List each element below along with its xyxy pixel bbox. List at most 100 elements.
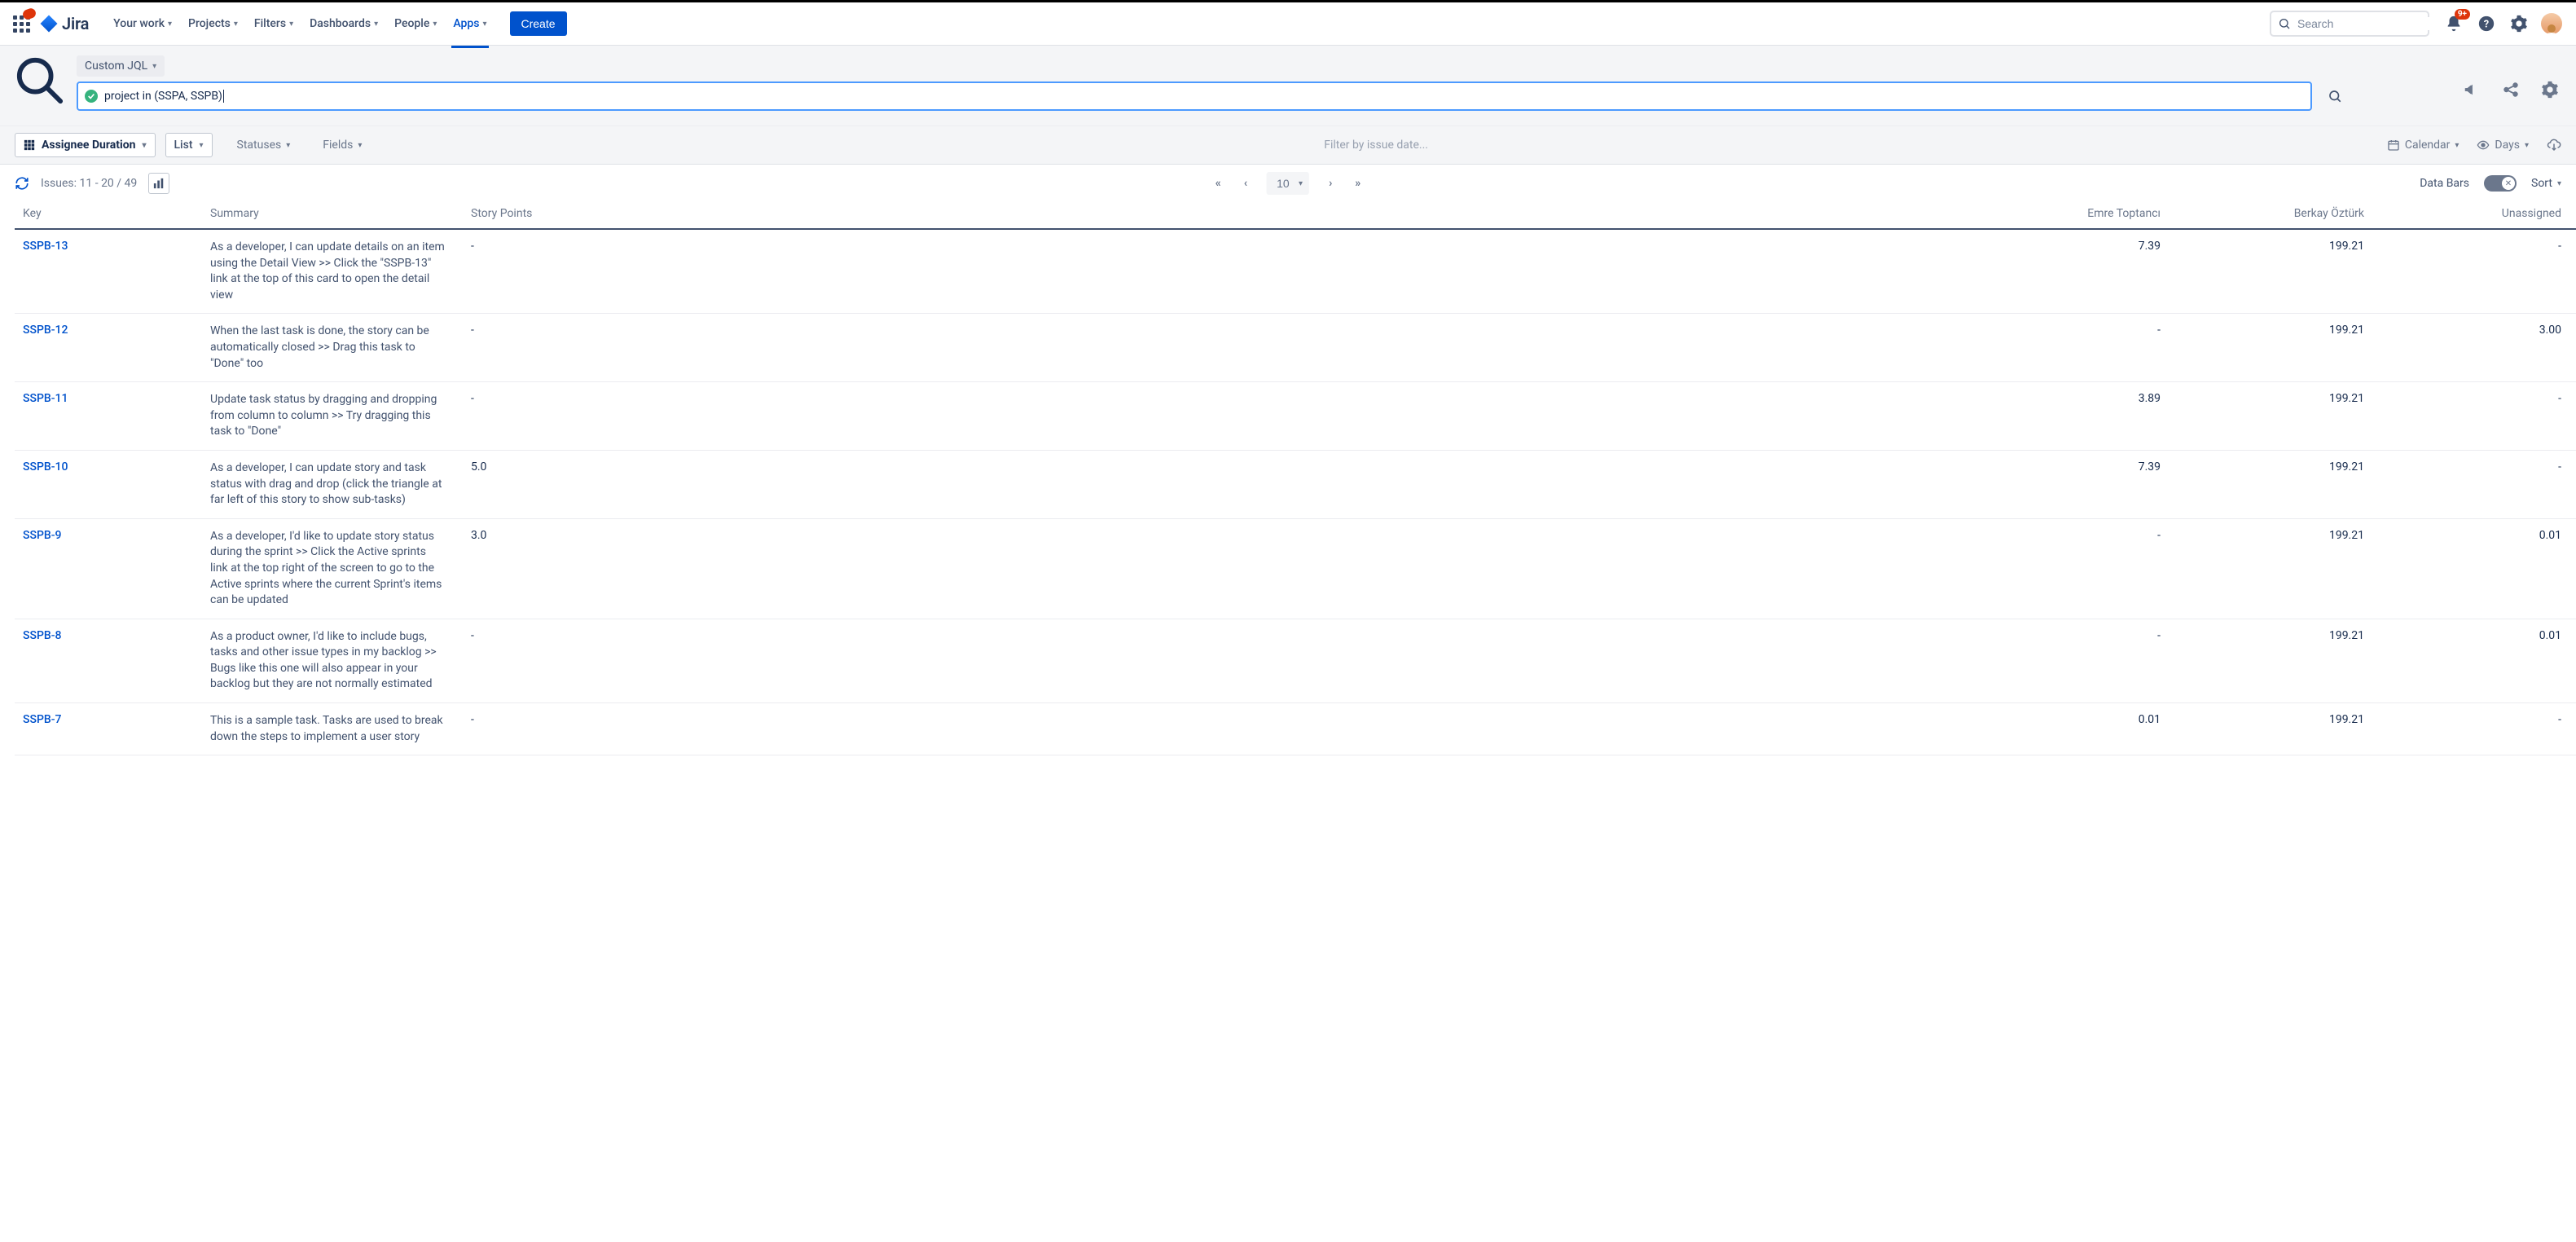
cell-summary: As a product owner, I'd like to include … <box>202 619 463 702</box>
notifications-button[interactable]: 9+ <box>2441 11 2467 37</box>
calendar-dropdown[interactable]: Calendar ▾ <box>2387 139 2460 152</box>
run-search-button[interactable] <box>2323 85 2346 108</box>
chevron-down-icon: ▾ <box>142 141 146 150</box>
table-row[interactable]: SSPB-9 As a developer, I'd like to update… <box>15 518 2576 619</box>
app-switcher-badge <box>21 7 37 21</box>
validation-ok-icon <box>85 90 98 103</box>
list-dropdown[interactable]: List ▾ <box>165 133 213 157</box>
nav-people[interactable]: People▾ <box>388 12 443 35</box>
global-search-input[interactable] <box>2297 17 2445 30</box>
help-button[interactable]: ? <box>2473 11 2499 37</box>
cell-person2: 199.21 <box>2169 382 2372 451</box>
pager-prev[interactable]: ‹ <box>1241 174 1251 193</box>
col-header-summary[interactable]: Summary <box>202 199 463 229</box>
query-mode-label: Custom JQL <box>85 59 147 73</box>
col-header-story-points[interactable]: Story Points <box>463 199 560 229</box>
cell-person2: 199.21 <box>2169 703 2372 755</box>
settings-icon[interactable] <box>2539 78 2561 101</box>
jql-input-container[interactable]: project in (SSPA, SSPB) <box>77 81 2312 111</box>
sort-dropdown[interactable]: Sort ▾ <box>2531 177 2561 190</box>
cell-person2: 199.21 <box>2169 619 2372 702</box>
table-row[interactable]: SSPB-13As a developer, I can update deta… <box>15 229 2576 314</box>
issue-link[interactable]: SSPB-8 <box>23 629 61 642</box>
announce-icon[interactable] <box>2460 78 2483 101</box>
cell-summary: As a developer, I'd like to update story… <box>202 518 463 619</box>
cell-key: SSPB-7 <box>15 703 202 755</box>
chevron-down-icon: ▾ <box>482 20 486 29</box>
page-size-select[interactable]: 10 ▾ <box>1267 172 1309 195</box>
refresh-button[interactable] <box>15 176 29 191</box>
cell-story-points: - <box>463 619 560 702</box>
chevron-down-icon: ▾ <box>2557 179 2561 188</box>
cell-unassigned: 3.00 <box>2372 314 2576 382</box>
share-icon[interactable] <box>2499 78 2522 101</box>
chevron-down-icon: ▾ <box>358 141 362 150</box>
cell-person1: - <box>560 314 2169 382</box>
fields-dropdown[interactable]: Fields ▾ <box>319 135 365 155</box>
settings-button[interactable] <box>2506 11 2532 37</box>
cell-unassigned: - <box>2372 382 2576 451</box>
chevron-down-icon: ▾ <box>2525 141 2529 150</box>
avatar-icon <box>2541 13 2562 34</box>
col-header-person1[interactable]: Emre Toptancı <box>560 199 2169 229</box>
issue-link[interactable]: SSPB-12 <box>23 324 68 337</box>
app-switcher-icon[interactable] <box>11 14 31 33</box>
issue-link[interactable]: SSPB-13 <box>23 240 68 253</box>
issue-link[interactable]: SSPB-9 <box>23 529 61 542</box>
issue-link[interactable]: SSPB-11 <box>23 392 68 405</box>
table-row[interactable]: SSPB-7This is a sample task. Tasks are u… <box>15 703 2576 755</box>
query-section: Custom JQL ▾ project in (SSPA, SSPB) <box>0 46 2576 126</box>
table-row[interactable]: SSPB-8 As a product owner, I'd like to in… <box>15 619 2576 702</box>
jql-input[interactable]: project in (SSPA, SSPB) <box>104 90 2304 103</box>
assignee-duration-dropdown[interactable]: Assignee Duration ▾ <box>15 133 156 157</box>
cell-unassigned: - <box>2372 450 2576 518</box>
svg-text:?: ? <box>2484 19 2489 31</box>
nav-apps[interactable]: Apps▾ <box>446 12 493 35</box>
nav-dashboards[interactable]: Dashboards▾ <box>303 12 385 35</box>
create-button[interactable]: Create <box>510 11 567 36</box>
query-actions <box>2460 55 2561 101</box>
chevron-down-icon: ▾ <box>433 20 437 29</box>
col-header-key[interactable]: Key <box>15 199 202 229</box>
issue-link[interactable]: SSPB-7 <box>23 713 61 726</box>
issue-link[interactable]: SSPB-10 <box>23 460 68 473</box>
cell-key: SSPB-8 <box>15 619 202 702</box>
cell-person1: 7.39 <box>560 450 2169 518</box>
table-row[interactable]: SSPB-12When the last task is done, the s… <box>15 314 2576 382</box>
cell-person1: - <box>560 619 2169 702</box>
nav-your-work[interactable]: Your work▾ <box>107 12 178 35</box>
jira-logo[interactable]: Jira <box>39 14 89 33</box>
query-mode-dropdown[interactable]: Custom JQL ▾ <box>77 55 165 77</box>
statuses-dropdown[interactable]: Statuses ▾ <box>234 135 294 155</box>
toggle-knob-off-icon: ✕ <box>2502 177 2515 190</box>
cell-story-points: 3.0 <box>463 518 560 619</box>
jira-wordmark: Jira <box>62 14 89 33</box>
chevron-down-icon: ▾ <box>289 20 293 29</box>
table-row[interactable]: SSPB-11Update task status by dragging an… <box>15 382 2576 451</box>
cell-summary: As a developer, I can update story and t… <box>202 450 463 518</box>
pager-first[interactable]: « <box>1212 174 1224 193</box>
chevron-down-icon: ▾ <box>2455 141 2459 150</box>
cell-person2: 199.21 <box>2169 450 2372 518</box>
days-dropdown[interactable]: Days ▾ <box>2477 139 2529 152</box>
cell-story-points: - <box>463 703 560 755</box>
results-table: Key Summary Story Points Emre Toptancı B… <box>0 199 2576 755</box>
filter-date-placeholder[interactable]: Filter by issue date... <box>1324 139 1428 152</box>
col-header-unassigned[interactable]: Unassigned <box>2372 199 2576 229</box>
data-bars-toggle[interactable]: ✕ <box>2484 175 2517 192</box>
cell-person2: 199.21 <box>2169 314 2372 382</box>
issues-count: Issues: 11 - 20 / 49 <box>41 177 137 190</box>
chevron-down-icon: ▾ <box>168 20 172 29</box>
pager-next[interactable]: › <box>1325 174 1335 193</box>
pager-last[interactable]: » <box>1352 174 1364 193</box>
global-search[interactable] <box>2270 11 2429 37</box>
nav-filters[interactable]: Filters▾ <box>248 12 300 35</box>
chart-toggle-button[interactable] <box>148 173 169 194</box>
chevron-down-icon: ▾ <box>286 141 290 150</box>
filter-bar: Assignee Duration ▾ List ▾ Statuses ▾ Fi… <box>0 126 2576 165</box>
cloud-download-button[interactable] <box>2547 138 2561 152</box>
nav-projects[interactable]: Projects▾ <box>182 12 244 35</box>
table-row[interactable]: SSPB-10 As a developer, I can update stor… <box>15 450 2576 518</box>
col-header-person2[interactable]: Berkay Öztürk <box>2169 199 2372 229</box>
profile-avatar[interactable] <box>2539 11 2565 37</box>
